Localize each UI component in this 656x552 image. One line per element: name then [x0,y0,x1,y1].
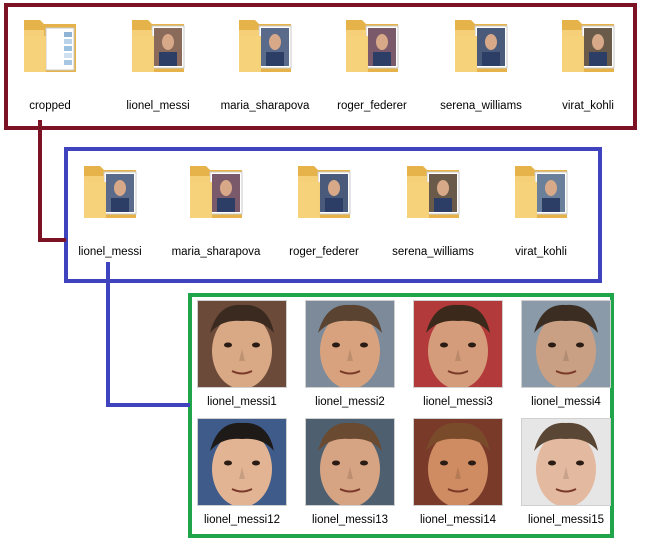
folder-virat-kohli-label: virat_kohli [562,100,614,112]
cropped-folder-lionel-messi-label: lionel_messi [78,246,142,258]
image-lionel-messi4-label: lionel_messi4 [531,396,601,408]
folder-icon [451,14,511,76]
folder-icon [294,160,354,222]
image-lionel-messi2-label: lionel_messi2 [315,396,385,408]
folder-serena-williams-label: serena_williams [440,100,522,112]
folder-icon [235,14,295,76]
cropped-folder-serena-williams-label: serena_williams [392,246,474,258]
folder-roger-federer-label: roger_federer [337,100,407,112]
face-thumbnail [305,418,395,506]
cropped-folder-roger-federer-label: roger_federer [289,246,359,258]
face-thumbnail [521,300,611,388]
image-lionel-messi3-label: lionel_messi3 [423,396,493,408]
face-thumbnail [197,300,287,388]
image-lionel-messi1-label: lionel_messi1 [207,396,277,408]
image-lionel-messi15-label: lionel_messi15 [527,514,605,526]
folder-icon [342,14,402,76]
folder-icon [20,14,80,76]
image-lionel-messi14-label: lionel_messi14 [419,514,497,526]
cropped-folder-virat-kohli-label: virat_kohli [515,246,567,258]
cropped-folder-maria-sharapova-label: maria_sharapova [171,246,261,258]
face-thumbnail [413,300,503,388]
folder-icon [558,14,618,76]
face-thumbnail [197,418,287,506]
image-lionel-messi13-label: lionel_messi13 [311,514,389,526]
folder-maria-sharapova-label: maria_sharapova [220,100,310,112]
face-thumbnail [521,418,611,506]
face-thumbnail [305,300,395,388]
image-lionel-messi12-label: lionel_messi12 [203,514,281,526]
folder-icon [511,160,571,222]
folder-icon [403,160,463,222]
folder-icon [128,14,188,76]
folder-icon [186,160,246,222]
folder-cropped-label: cropped [29,100,71,112]
face-thumbnail [413,418,503,506]
folder-icon [80,160,140,222]
folder-lionel-messi-label: lionel_messi [126,100,190,112]
